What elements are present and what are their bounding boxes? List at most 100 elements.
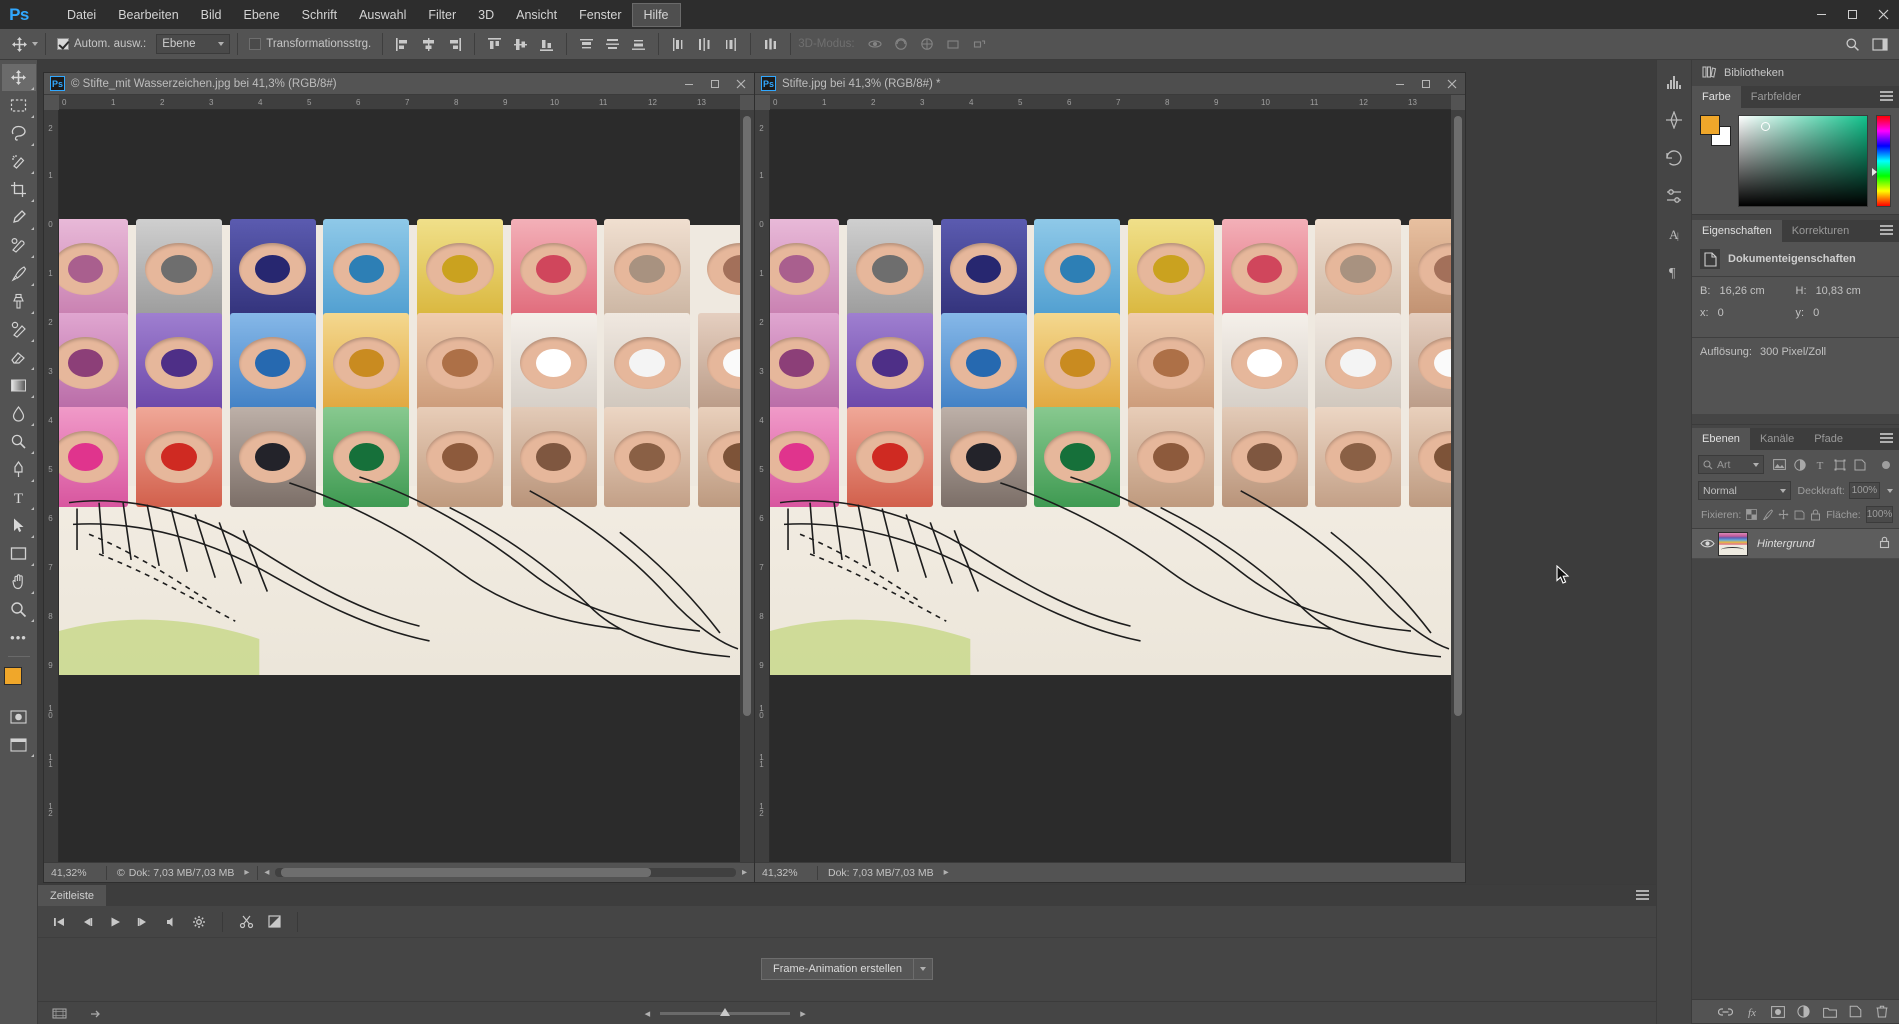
document-1-horizontal-scroll-thumb[interactable] bbox=[281, 868, 651, 877]
document-window-2[interactable]: Ps Stifte.jpg bei 41,3% (RGB/8#) * 0 1 bbox=[754, 72, 1466, 883]
tool-eraser[interactable] bbox=[2, 344, 36, 371]
auto-select-checkbox[interactable] bbox=[57, 38, 69, 50]
blend-mode-select[interactable]: Normal bbox=[1698, 481, 1791, 500]
filter-toggle-icon[interactable] bbox=[1878, 457, 1893, 472]
histogram-icon[interactable] bbox=[1660, 70, 1688, 94]
tool-history-brush[interactable] bbox=[2, 316, 36, 343]
tool-clone-stamp[interactable] bbox=[2, 288, 36, 315]
align-left-edges-icon[interactable] bbox=[390, 32, 415, 56]
property-x[interactable]: x: 0 bbox=[1700, 307, 1796, 319]
document-2-close-icon[interactable] bbox=[1439, 73, 1465, 95]
audio-button[interactable] bbox=[158, 909, 184, 935]
link-layers-icon[interactable] bbox=[1718, 1004, 1733, 1019]
tool-brush[interactable] bbox=[2, 260, 36, 287]
layer-row-hintergrund[interactable]: Hintergrund bbox=[1692, 529, 1899, 559]
distribute-bottom-edges-icon[interactable] bbox=[626, 32, 651, 56]
move-tool-icon[interactable] bbox=[6, 32, 32, 56]
search-icon[interactable] bbox=[1839, 32, 1865, 56]
property-height[interactable]: H: 10,83 cm bbox=[1796, 285, 1892, 297]
transition-button[interactable] bbox=[261, 909, 287, 935]
go-to-first-frame-button[interactable] bbox=[46, 909, 72, 935]
document-2-minimize-icon[interactable] bbox=[1387, 73, 1413, 95]
lock-transparent-pixels-icon[interactable] bbox=[1746, 508, 1757, 522]
libraries-panel-tab[interactable]: Bibliotheken bbox=[1692, 60, 1899, 86]
workspace-switcher-icon[interactable] bbox=[1867, 32, 1893, 56]
play-button[interactable] bbox=[102, 909, 128, 935]
document-1-zoom-value[interactable]: 41,32% bbox=[44, 867, 106, 879]
timeline-menu-icon[interactable] bbox=[1636, 890, 1649, 902]
document-2-info-chevron-icon[interactable]: ▸ bbox=[944, 867, 949, 878]
document-2-info[interactable]: Dok: 7,03 MB/7,03 MB bbox=[818, 867, 934, 879]
menu-datei[interactable]: Datei bbox=[56, 4, 107, 26]
distribute-right-edges-icon[interactable] bbox=[718, 32, 743, 56]
document-1-vertical-scrollbar[interactable] bbox=[740, 110, 754, 862]
document-2-maximize-icon[interactable] bbox=[1413, 73, 1439, 95]
tab-farbfelder[interactable]: Farbfelder bbox=[1741, 86, 1811, 108]
maximize-button[interactable] bbox=[1837, 0, 1868, 29]
layer-mask-icon[interactable] bbox=[1770, 1004, 1785, 1019]
menu-schrift[interactable]: Schrift bbox=[291, 4, 348, 26]
align-horizontal-centers-icon[interactable] bbox=[416, 32, 441, 56]
document-window-1[interactable]: Ps © Stifte_mit Wasserzeichen.jpg bei 41… bbox=[43, 72, 755, 883]
document-1-info[interactable]: © Dok: 7,03 MB/7,03 MB bbox=[107, 867, 234, 879]
tool-eyedropper[interactable] bbox=[2, 204, 36, 231]
property-resolution[interactable]: Auflösung: 300 Pixel/Zoll bbox=[1692, 338, 1899, 366]
timeline-zoom-slider-thumb[interactable] bbox=[720, 1008, 730, 1016]
document-2-vertical-scrollbar[interactable] bbox=[1451, 110, 1465, 862]
tool-zoom[interactable] bbox=[2, 596, 36, 623]
tab-pfade[interactable]: Pfade bbox=[1804, 428, 1853, 450]
distribute-horizontal-centers-icon[interactable] bbox=[692, 32, 717, 56]
smartobject-filter-icon[interactable] bbox=[1852, 457, 1867, 472]
create-frame-animation-dropdown[interactable] bbox=[914, 958, 933, 980]
document-1-horizontal-ruler[interactable]: 0 1 2 3 4 5 6 7 8 9 10 11 12 13 bbox=[59, 95, 740, 110]
document-1-canvas[interactable] bbox=[59, 110, 740, 862]
lock-all-icon[interactable] bbox=[1810, 508, 1821, 522]
tool-quick-selection[interactable] bbox=[2, 148, 36, 175]
3d-pan-icon[interactable] bbox=[915, 32, 940, 56]
paragraph-icon[interactable]: ¶ bbox=[1660, 260, 1688, 284]
tab-eigenschaften[interactable]: Eigenschaften bbox=[1692, 220, 1782, 242]
adjustment-layer-icon[interactable] bbox=[1796, 1004, 1811, 1019]
navigator-icon[interactable] bbox=[1660, 108, 1688, 132]
document-2-zoom-value[interactable]: 41,32% bbox=[755, 867, 817, 879]
settings-button[interactable] bbox=[186, 909, 212, 935]
timeline-zoom-out-icon[interactable]: ◂ bbox=[645, 1007, 651, 1020]
next-frame-button[interactable] bbox=[130, 909, 156, 935]
document-1-scroll-left-icon[interactable]: ◂ bbox=[264, 867, 269, 878]
timeline-zoom-in-icon[interactable]: ▸ bbox=[800, 1007, 806, 1020]
tool-lasso[interactable] bbox=[2, 120, 36, 147]
foreground-color-swatch[interactable] bbox=[4, 667, 22, 685]
transform-controls-checkbox[interactable] bbox=[249, 38, 261, 50]
color-panel-menu-icon[interactable] bbox=[1880, 91, 1893, 103]
hue-slider-thumb[interactable] bbox=[1872, 168, 1877, 176]
3d-scale-icon[interactable] bbox=[967, 32, 992, 56]
3d-roll-icon[interactable] bbox=[889, 32, 914, 56]
align-bottom-edges-icon[interactable] bbox=[534, 32, 559, 56]
tool-path-selection[interactable] bbox=[2, 512, 36, 539]
tab-zeitleiste[interactable]: Zeitleiste bbox=[38, 885, 106, 906]
properties-panel-menu-icon[interactable] bbox=[1880, 225, 1893, 237]
document-2-vertical-scroll-thumb[interactable] bbox=[1454, 116, 1462, 716]
minimize-button[interactable] bbox=[1806, 0, 1837, 29]
document-1-close-icon[interactable] bbox=[728, 73, 754, 95]
history-icon[interactable] bbox=[1660, 146, 1688, 170]
menu-3d[interactable]: 3D bbox=[467, 4, 505, 26]
opacity-value[interactable]: 100% bbox=[1849, 482, 1880, 499]
convert-to-timeline-icon[interactable] bbox=[84, 1000, 110, 1024]
menu-ebene[interactable]: Ebene bbox=[233, 4, 291, 26]
document-2-horizontal-ruler[interactable]: 0 1 2 3 4 5 6 7 8 9 10 11 12 13 bbox=[770, 95, 1451, 110]
color-field-marker[interactable] bbox=[1761, 122, 1770, 131]
distribute-vertical-centers-icon[interactable] bbox=[600, 32, 625, 56]
tool-dodge[interactable] bbox=[2, 428, 36, 455]
layer-lock-icon[interactable] bbox=[1879, 536, 1890, 552]
tool-type[interactable]: T bbox=[2, 484, 36, 511]
tool-preset-caret-icon[interactable] bbox=[32, 42, 38, 46]
document-1-vertical-ruler[interactable]: 2 1 0 1 2 3 4 5 6 7 8 9 10 11 12 bbox=[44, 110, 59, 862]
distribute-top-edges-icon[interactable] bbox=[574, 32, 599, 56]
layer-scope-select[interactable]: Ebene bbox=[156, 34, 230, 54]
tool-move[interactable] bbox=[2, 64, 36, 91]
document-1-info-chevron-icon[interactable]: ▸ bbox=[244, 867, 249, 878]
foreground-color-swatch[interactable] bbox=[1700, 115, 1720, 135]
tool-marquee[interactable] bbox=[2, 92, 36, 119]
create-frame-animation-button[interactable]: Frame-Animation erstellen bbox=[761, 958, 914, 980]
